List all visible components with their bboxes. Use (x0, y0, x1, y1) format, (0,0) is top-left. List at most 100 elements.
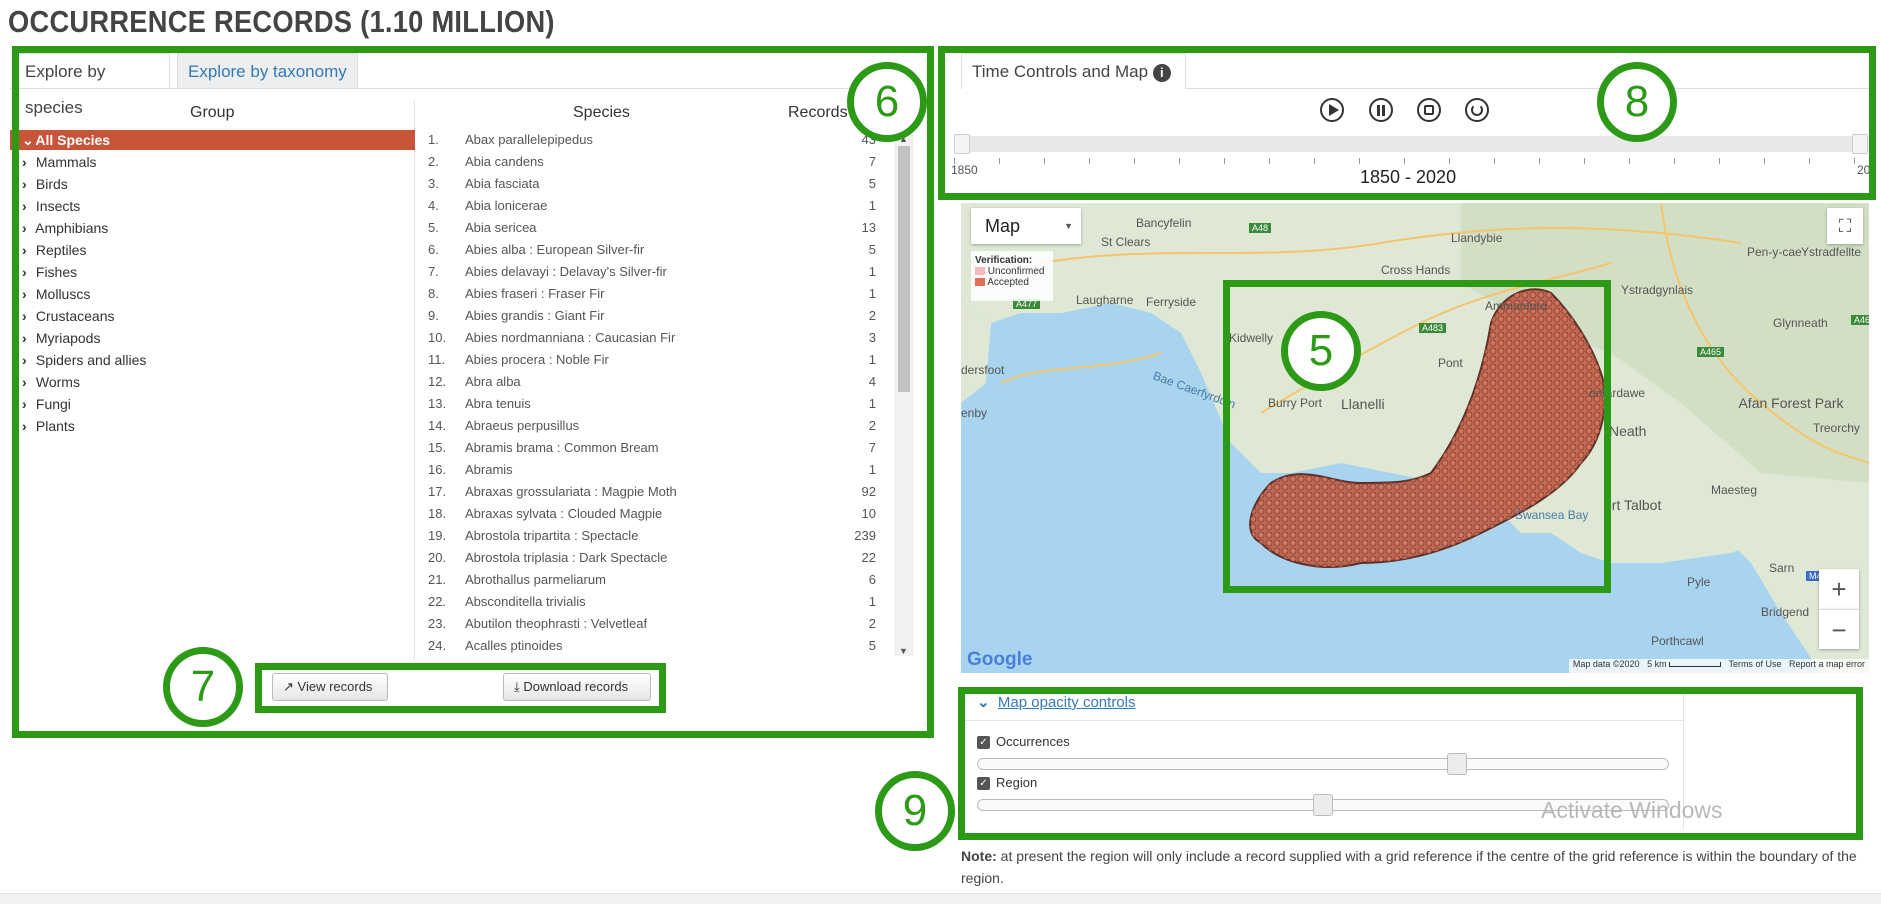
region-slider-handle[interactable] (1313, 794, 1333, 816)
record-count: 1 (868, 264, 876, 279)
play-glyph (1329, 104, 1339, 116)
fullscreen-icon[interactable]: ⛶ (1827, 208, 1863, 244)
group-label: Molluscs (35, 286, 91, 302)
group-item-fishes[interactable]: › Fishes (22, 262, 77, 282)
report-map-error-link[interactable]: Report a map error (1789, 659, 1865, 669)
row-number: 11. (428, 352, 446, 367)
group-item-birds[interactable]: › Birds (22, 174, 68, 194)
group-column-header: Group (190, 104, 235, 121)
table-row[interactable]: 16. Abramis 1 (428, 459, 876, 481)
zoom-in-button[interactable]: + (1819, 569, 1859, 609)
table-row[interactable]: 22. Absconditella trivialis 1 (428, 591, 876, 613)
region-checkbox[interactable]: ✓ Region (977, 775, 1037, 791)
tab-explore-by-taxonomy[interactable]: Explore by taxonomy (177, 53, 358, 89)
map-type-select[interactable]: Map ▼ (971, 208, 1081, 244)
map-canvas[interactable]: Bancyfelin St Clears Llandybie Pen-y-cae… (961, 203, 1869, 673)
group-item-insects[interactable]: › Insects (22, 196, 80, 216)
table-row[interactable]: 6. Abies alba : European Silver-fir 5 (428, 239, 876, 261)
place-label: Treorchy (1813, 421, 1860, 435)
occurrences-slider-handle[interactable] (1447, 753, 1468, 775)
table-row[interactable]: 19. Abrostola tripartita : Spectacle 239 (428, 525, 876, 547)
range-start-handle[interactable] (954, 134, 970, 154)
group-label: Plants (35, 418, 75, 434)
time-range-slider[interactable] (954, 136, 1864, 152)
table-row[interactable]: 4. Abia lonicerae 1 (428, 195, 876, 217)
table-row[interactable]: 15. Abramis brama : Common Bream 7 (428, 437, 876, 459)
table-row[interactable]: 10. Abies nordmanniana : Caucasian Fir 3 (428, 327, 876, 349)
group-label: Spiders and allies (35, 352, 147, 368)
group-item-myriapods[interactable]: › Myriapods (22, 328, 100, 348)
road-label: A48 (1249, 223, 1272, 233)
chevron-right-icon: › (22, 242, 27, 258)
table-row[interactable]: 2. Abia candens 7 (428, 151, 876, 173)
table-row[interactable]: 13. Abra tenuis 1 (428, 393, 876, 415)
row-number: 6. (428, 242, 439, 257)
place-label: Laugharne (1076, 293, 1134, 307)
table-row[interactable]: 8. Abies fraseri : Fraser Fir 1 (428, 283, 876, 305)
table-row[interactable]: 11. Abies procera : Noble Fir 1 (428, 349, 876, 371)
tab-explore-by-species[interactable]: Explore by species (14, 53, 170, 117)
play-icon[interactable] (1320, 98, 1344, 122)
map-footer: Map data ©2020 5 km Terms of Use Report … (1568, 659, 1869, 673)
species-column-header[interactable]: Species (573, 104, 630, 122)
checkbox-checked-icon[interactable]: ✓ (977, 736, 990, 750)
table-row[interactable]: 9. Abies grandis : Giant Fir 2 (428, 305, 876, 327)
table-row[interactable]: 17. Abraxas grossulariata : Magpie Moth 92 (428, 481, 876, 503)
table-row[interactable]: 14. Abraeus perpusillus 2 (428, 415, 876, 437)
row-number: 13. (428, 396, 447, 411)
road-label: A465 (1697, 347, 1725, 357)
group-item-crustaceans[interactable]: › Crustaceans (22, 306, 114, 326)
group-item-spiders-and-allies[interactable]: › Spiders and allies (22, 350, 146, 370)
download-records-button[interactable]: ⤓ Download records (503, 673, 651, 701)
info-icon[interactable]: i (1152, 63, 1171, 82)
group-item-molluscs[interactable]: › Molluscs (22, 284, 90, 304)
group-item-mammals[interactable]: › Mammals (22, 152, 97, 172)
tab-time-controls-and-map[interactable]: Time Controls and Map i (961, 53, 1186, 89)
table-row[interactable]: 21. Abrothallus parmeliarum 6 (428, 569, 876, 591)
table-row[interactable]: 3. Abia fasciata 5 (428, 173, 876, 195)
view-records-button[interactable]: ↗ View records (272, 673, 388, 701)
record-count: 7 (868, 440, 876, 455)
range-end-handle[interactable] (1852, 134, 1868, 154)
scroll-down-arrow-icon[interactable]: ▼ (899, 646, 908, 656)
map-opacity-toggle[interactable]: ⌄ Map opacity controls (977, 693, 1136, 711)
chevron-right-icon: › (22, 396, 27, 412)
row-number: 24. (428, 638, 447, 653)
group-item-all-species[interactable]: ⌄ All Species (10, 130, 415, 150)
group-item-plants[interactable]: › Plants (22, 416, 75, 436)
reset-icon[interactable] (1465, 98, 1489, 122)
species-list-scrollbar[interactable]: ▲ ▼ (894, 134, 914, 656)
table-row[interactable]: 7. Abies delavayi : Delavay's Silver-fir 1 (428, 261, 876, 283)
table-row[interactable]: 1. Abax parallelepipedus 43 (428, 129, 876, 151)
records-column-header[interactable]: Records (788, 104, 848, 122)
occurrences-opacity-slider[interactable] (977, 758, 1669, 770)
table-row[interactable]: 24. Acalles ptinoides 5 (428, 635, 876, 657)
occurrences-checkbox[interactable]: ✓ Occurrences (977, 734, 1070, 750)
horizontal-scrollbar[interactable] (0, 893, 1881, 904)
pause-icon[interactable] (1369, 98, 1393, 122)
chevron-right-icon: › (22, 220, 27, 236)
water-label: Swansea Bay (1515, 508, 1589, 522)
group-item-reptiles[interactable]: › Reptiles (22, 240, 86, 260)
table-row[interactable]: 20. Abrostola triplasia : Dark Spectacle 2… (428, 547, 876, 569)
group-item-fungi[interactable]: › Fungi (22, 394, 71, 414)
stop-icon[interactable] (1417, 98, 1441, 122)
zoom-out-button[interactable]: − (1819, 609, 1859, 649)
record-count: 4 (868, 374, 876, 389)
record-count: 2 (868, 418, 876, 433)
terms-of-use-link[interactable]: Terms of Use (1728, 659, 1781, 669)
table-row[interactable]: 12. Abra alba 4 (428, 371, 876, 393)
table-row[interactable]: 18. Abraxas sylvata : Clouded Magpie 10 (428, 503, 876, 525)
group-item-worms[interactable]: › Worms (22, 372, 80, 392)
scrollbar-thumb[interactable] (898, 146, 910, 392)
species-name: Abia fasciata (465, 176, 540, 191)
chevron-right-icon: › (22, 264, 27, 280)
checkbox-checked-icon[interactable]: ✓ (977, 777, 990, 791)
table-row[interactable]: 23. Abutilon theophrasti : Velvetleaf 2 (428, 613, 876, 635)
row-number: 9. (428, 308, 439, 323)
table-row[interactable]: 5. Abia sericea 13 (428, 217, 876, 239)
species-name: Absconditella trivialis (465, 594, 586, 609)
group-item-amphibians[interactable]: › Amphibians (22, 218, 108, 238)
species-name: Abutilon theophrasti : Velvetleaf (465, 616, 648, 631)
place-label: St Clears (1101, 235, 1151, 249)
